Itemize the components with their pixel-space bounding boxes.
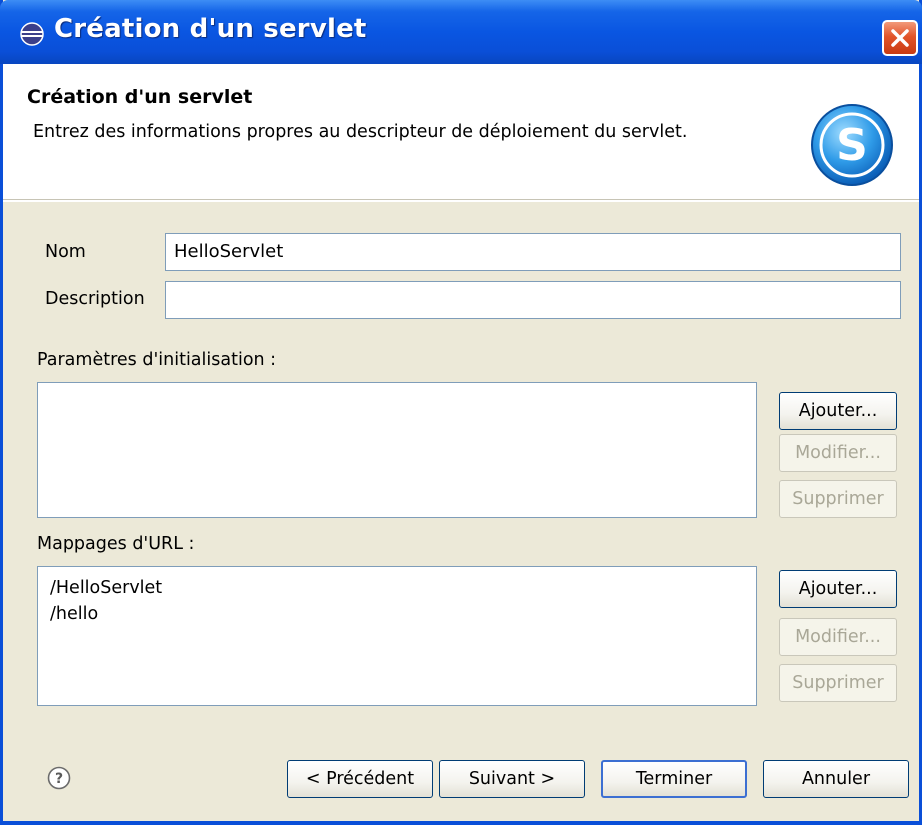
name-field[interactable]: HelloServlet — [165, 233, 901, 271]
wizard-header: Création d'un servlet Entrez des informa… — [3, 64, 919, 200]
description-field[interactable] — [165, 281, 901, 319]
servlet-s-icon: S — [811, 104, 893, 186]
list-item[interactable]: /HelloServlet — [50, 575, 744, 601]
close-button[interactable] — [882, 20, 918, 56]
header-separator — [3, 200, 919, 202]
url-add-button[interactable]: Ajouter... — [779, 570, 897, 608]
close-icon — [891, 29, 909, 47]
title-bar[interactable]: Création d'un servlet — [0, 0, 922, 64]
url-edit-button[interactable]: Modifier... — [779, 618, 897, 656]
cancel-button[interactable]: Annuler — [763, 760, 909, 798]
name-label: Nom — [45, 242, 86, 262]
eclipse-icon — [20, 22, 44, 46]
window-border-bottom — [0, 821, 922, 825]
url-mappings-list[interactable]: /HelloServlet /hello — [37, 566, 757, 706]
init-add-button[interactable]: Ajouter... — [779, 392, 897, 430]
url-remove-button[interactable]: Supprimer — [779, 664, 897, 702]
list-item[interactable]: /hello — [50, 601, 744, 627]
back-button[interactable]: < Précédent — [287, 760, 433, 798]
page-description: Entrez des informations propres au descr… — [33, 122, 688, 142]
description-label: Description — [45, 289, 145, 309]
window-title: Création d'un servlet — [54, 14, 367, 44]
init-edit-button[interactable]: Modifier... — [779, 434, 897, 472]
help-icon[interactable]: ? — [47, 766, 71, 790]
page-title: Création d'un servlet — [27, 86, 253, 108]
finish-button[interactable]: Terminer — [601, 760, 747, 798]
init-remove-button[interactable]: Supprimer — [779, 480, 897, 518]
s-letter: S — [836, 120, 868, 171]
init-params-label: Paramètres d'initialisation : — [37, 350, 277, 370]
url-mappings-label: Mappages d'URL : — [37, 534, 195, 554]
dialog-window: Création d'un servlet Création d'un serv… — [0, 0, 922, 825]
init-params-list[interactable] — [37, 382, 757, 518]
next-button[interactable]: Suivant > — [439, 760, 585, 798]
svg-text:?: ? — [55, 771, 63, 787]
